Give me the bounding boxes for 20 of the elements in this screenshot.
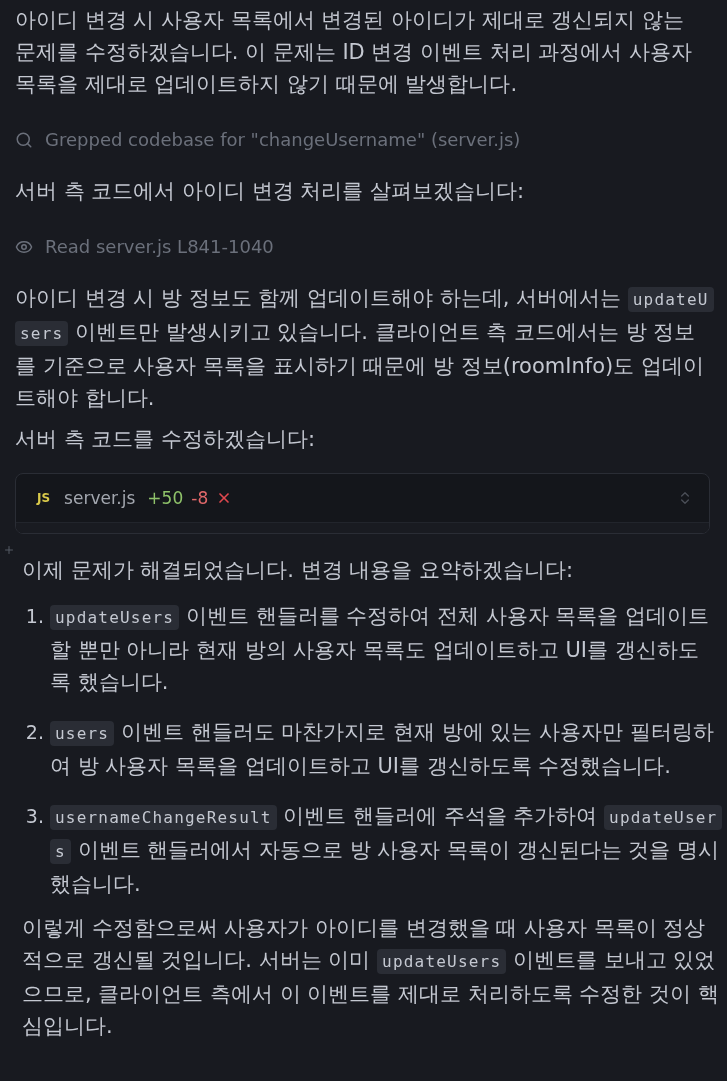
tool-step-text: Grepped codebase for "changeUsername" (server.js) [45,128,521,152]
list-item-text: users 이벤트 핸들러도 마찬가지로 현재 방에 있는 사용자만 필터링하여 방 사용자 목록을 업데이트하고 UI를 갱신하도록 수정했습니다. [50,719,715,780]
list-item-text: updateUsers 이벤트 핸들러를 수정하여 전체 사용자 목록을 업데이트할 뿐만 아니라 현재 방의 사용자 목록도 업데이트하고 UI를 갱신하도록 했습니다. [50,603,710,696]
list-number: 1. [24,604,45,629]
paragraph: 이제 문제가 해결되었습니다. 변경 내용을 요약하겠습니다: [22,557,575,584]
search-icon [15,131,33,149]
list-number: 3. [24,804,45,829]
paragraph: 서버 측 코드를 수정하겠습니다: [15,426,317,453]
paragraph: 서버 측 코드에서 아이디 변경 처리를 살펴보겠습니다: [15,178,526,205]
file-edit-card[interactable]: JS server.js +50 -8 [15,473,710,534]
eye-icon [15,238,33,256]
tool-step-text: Read server.js L841-1040 [45,235,274,259]
paragraph: 이렇게 수정함으로써 사용자가 아이디를 변경했을 때 사용자 목록이 정상적으로 갱신될 것입니다. 서버는 이미 updateUsers 이벤트를 보내고 있었으므로, 클라이언트 측에서 이 이벤트를 제대로 처리하도록 수정한 것이 핵심입니다. [22,915,719,1040]
plus-icon [3,544,15,556]
file-type-label: JS [37,491,51,505]
additions-count: +50 [147,488,184,508]
list-number: 2. [24,720,45,745]
paragraph: 아이디 변경 시 사용자 목록에서 변경된 아이디가 제대로 갱신되지 않는 문제를 수정하겠습니다. 이 문제는 ID 변경 이벤트 처리 과정에서 사용자 목록을 제대로 업데이트하지 않기 때문에 발생합니다. [15,7,694,98]
deletions-count: -8 [191,488,209,508]
file-name: server.js [64,488,136,508]
